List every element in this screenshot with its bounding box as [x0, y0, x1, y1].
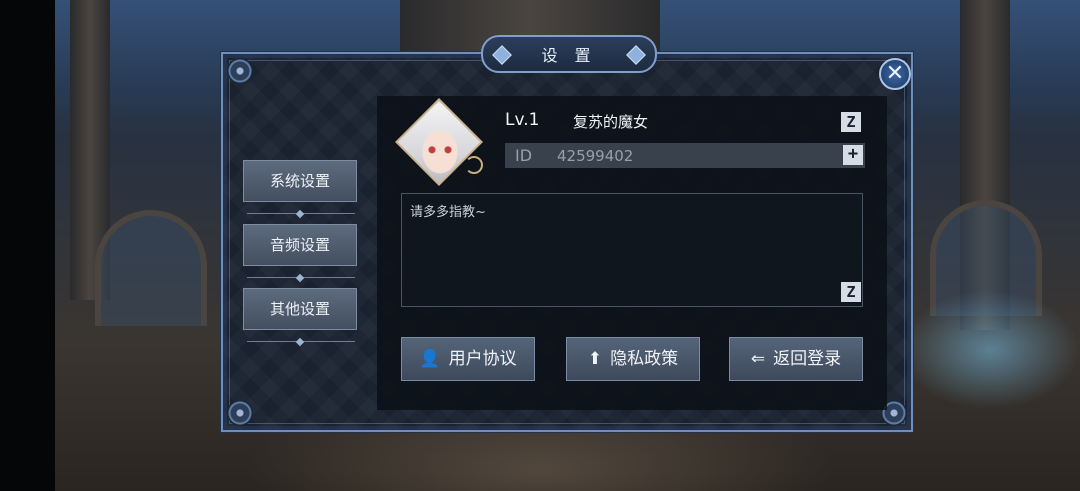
- settings-dialog: 设 置 ✕ 系统设置 音频设置 其他设置 Lv.1 复苏的魔女 Z ID 425…: [221, 35, 913, 432]
- user-icon: 👤: [419, 349, 441, 369]
- menu-other-settings[interactable]: 其他设置: [243, 288, 357, 330]
- arch-window: [95, 210, 207, 326]
- id-label: ID: [515, 146, 533, 165]
- edit-signature-icon[interactable]: Z: [841, 282, 861, 302]
- gem-ornament: [492, 45, 512, 65]
- player-id-bar: ID 42599402 +: [505, 143, 865, 168]
- upload-icon: ⬆: [587, 349, 603, 369]
- user-agreement-button[interactable]: 👤 用户协议: [401, 337, 535, 381]
- player-name: 复苏的魔女: [573, 113, 649, 131]
- change-avatar-icon[interactable]: [465, 156, 483, 174]
- left-edge-bar: [0, 0, 55, 491]
- corner-ornament: [227, 400, 253, 426]
- corner-ornament: [227, 58, 253, 84]
- id-value: 42599402: [557, 147, 634, 165]
- privacy-policy-button[interactable]: ⬆ 隐私政策: [566, 337, 700, 381]
- close-icon: ✕: [885, 61, 905, 86]
- logout-icon: ⇐: [750, 349, 766, 369]
- menu-system-settings[interactable]: 系统设置: [243, 160, 357, 202]
- return-login-button[interactable]: ⇐ 返回登录: [729, 337, 863, 381]
- copy-id-icon[interactable]: +: [843, 145, 863, 165]
- menu-divider: [247, 275, 355, 281]
- gem-ornament: [626, 45, 646, 65]
- menu-audio-settings[interactable]: 音频设置: [243, 224, 357, 266]
- return-login-label: 返回登录: [773, 349, 842, 369]
- dialog-title-tab: 设 置: [481, 35, 657, 73]
- privacy-policy-label: 隐私政策: [610, 349, 679, 369]
- signature-box[interactable]: 请多多指教~: [401, 193, 863, 307]
- fountain: [900, 290, 1080, 410]
- signature-text: 请多多指教~: [410, 205, 486, 220]
- menu-divider: [247, 339, 355, 345]
- close-button[interactable]: ✕: [879, 58, 911, 90]
- player-level: Lv.1: [505, 110, 540, 130]
- profile-panel: Lv.1 复苏的魔女 Z ID 42599402 + 请多多指教~ Z 👤 用户协…: [377, 96, 887, 410]
- user-agreement-label: 用户协议: [448, 349, 517, 369]
- avatar-portrait: [398, 103, 480, 186]
- edit-name-icon[interactable]: Z: [841, 112, 861, 132]
- dialog-title: 设 置: [541, 46, 597, 65]
- menu-divider: [247, 211, 355, 217]
